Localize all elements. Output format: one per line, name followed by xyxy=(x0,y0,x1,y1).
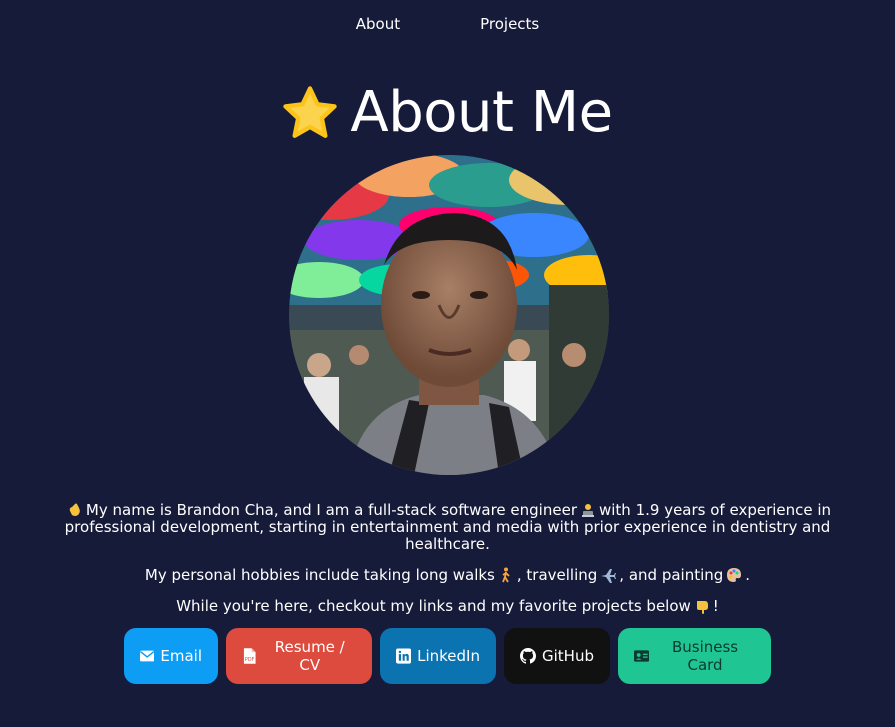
linkedin-button[interactable]: LinkedIn xyxy=(380,628,496,684)
github-button-label: GitHub xyxy=(542,647,594,665)
bio-paragraph-intro: My name is Brandon Cha, and I am a full-… xyxy=(30,502,865,553)
nav-about-link[interactable]: About xyxy=(356,15,400,33)
pointing-down-icon xyxy=(696,601,708,614)
github-button[interactable]: GitHub xyxy=(504,628,610,684)
waving-hand-icon xyxy=(69,503,80,516)
id-card-icon xyxy=(634,650,650,662)
top-nav: About Projects xyxy=(0,15,895,33)
hobbies-text-a: My personal hobbies include taking long … xyxy=(144,566,495,584)
github-icon xyxy=(520,648,536,664)
links-text-a: While you're here, checkout my links and… xyxy=(176,597,691,615)
hobbies-text-d: . xyxy=(745,566,751,584)
bio-paragraph-hobbies: My personal hobbies include taking long … xyxy=(30,567,865,584)
star-icon xyxy=(283,85,338,138)
hobbies-text-b: , travelling xyxy=(516,566,598,584)
business-card-button-label: Business Card xyxy=(671,638,739,674)
svg-text:PDF: PDF xyxy=(245,657,255,663)
page-title: About Me xyxy=(0,80,895,145)
bio-section: My name is Brandon Cha, and I am a full-… xyxy=(30,502,865,629)
envelope-icon xyxy=(140,650,155,662)
linkedin-button-label: LinkedIn xyxy=(417,647,480,665)
nav-projects-link[interactable]: Projects xyxy=(480,15,539,33)
business-card-button[interactable]: Business Card xyxy=(618,628,771,684)
page-title-text: About Me xyxy=(350,80,613,145)
technologist-icon xyxy=(581,504,594,517)
walking-person-icon xyxy=(502,567,510,583)
bio-paragraph-links: While you're here, checkout my links and… xyxy=(30,598,865,615)
links-text-b: ! xyxy=(712,597,719,615)
airplane-icon xyxy=(601,569,617,583)
link-buttons: Email PDF Resume / CV LinkedIn GitHub Bu… xyxy=(0,628,895,684)
linkedin-icon xyxy=(396,648,412,664)
hobbies-text-c: , and painting xyxy=(619,566,724,584)
email-button[interactable]: Email xyxy=(124,628,218,684)
resume-button-label: Resume / CV xyxy=(274,638,345,674)
bio-intro-text-a: My name is Brandon Cha, and I am a full-… xyxy=(85,501,577,519)
resume-button[interactable]: PDF Resume / CV xyxy=(226,628,372,684)
artist-palette-icon xyxy=(727,568,742,582)
profile-photo xyxy=(289,155,609,475)
pdf-file-icon: PDF xyxy=(243,648,256,664)
email-button-label: Email xyxy=(160,647,202,665)
